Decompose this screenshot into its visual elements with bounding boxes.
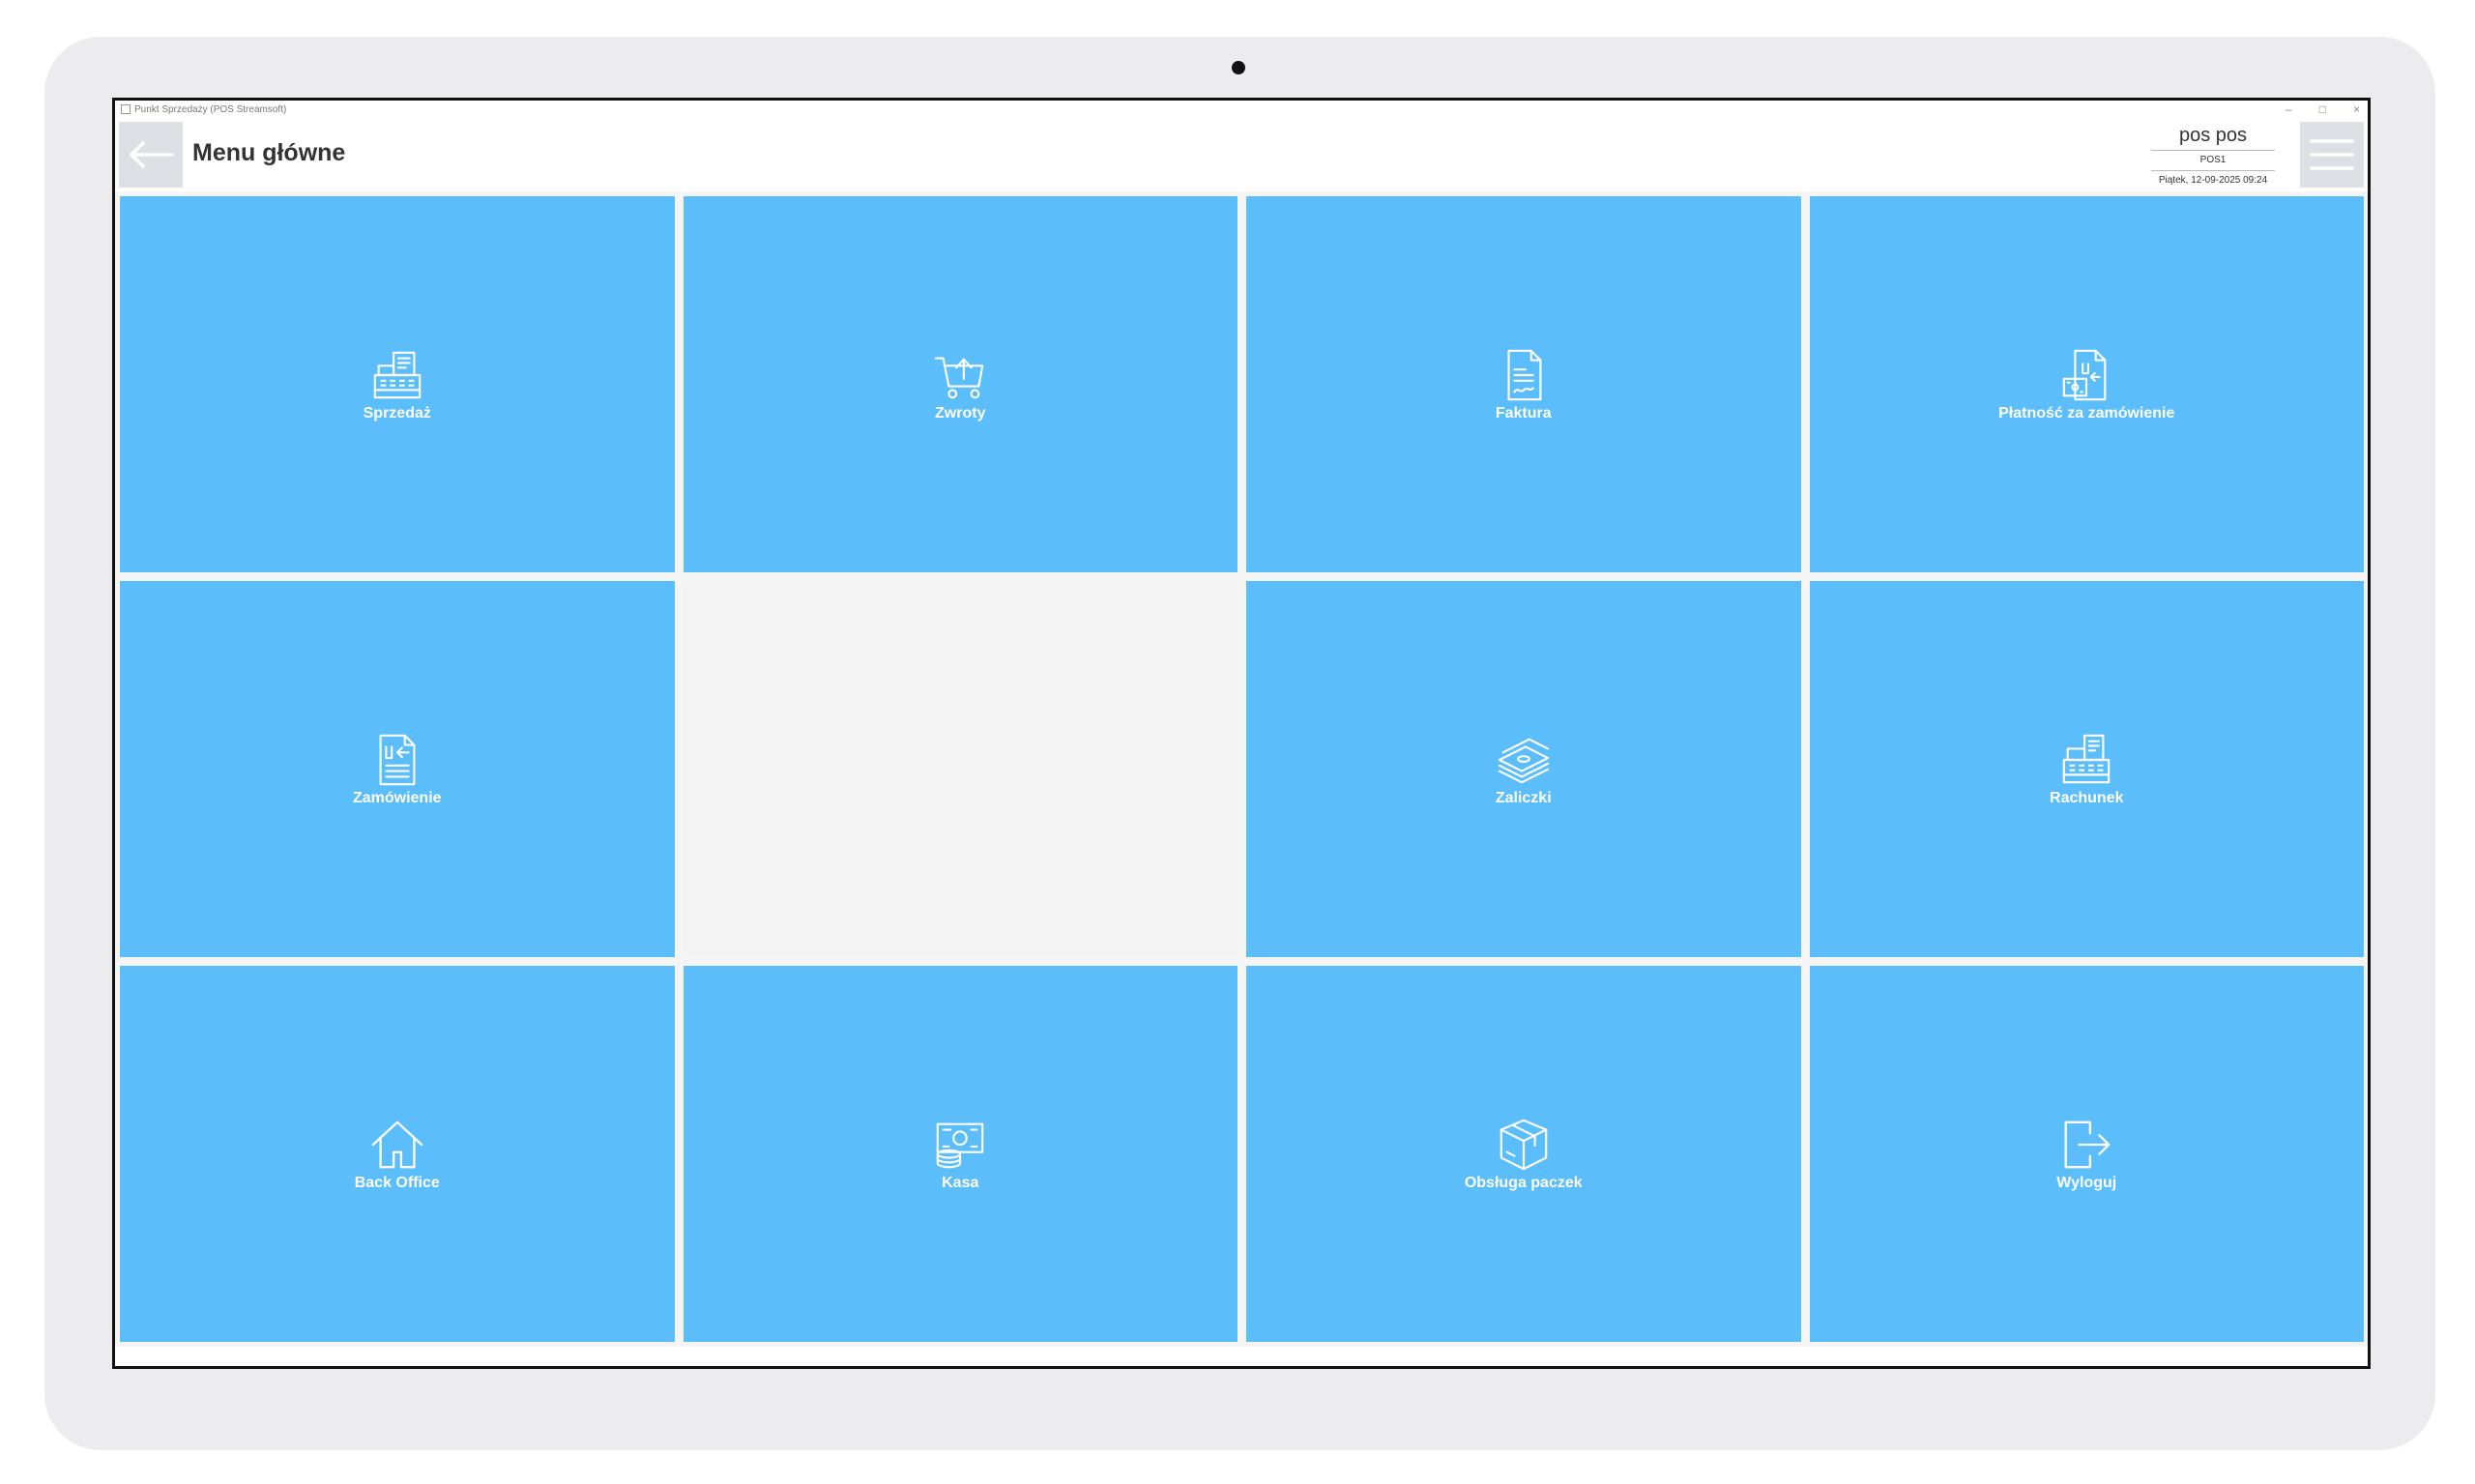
tile-label: Kasa — [942, 1174, 979, 1191]
maximize-button[interactable]: □ — [2319, 102, 2326, 116]
station-id: POS1 — [2199, 155, 2227, 165]
order-payment-icon — [2062, 349, 2107, 400]
tile-obsluga-paczek[interactable]: Obsługa paczek — [1246, 966, 1801, 1342]
app-window: Punkt Sprzedaży (POS Streamsoft) – □ × M… — [112, 98, 2371, 1369]
tile-label: Obsługa paczek — [1464, 1174, 1583, 1191]
user-name: pos pos — [2178, 125, 2248, 146]
main-menu-grid: Sprzedaż Zwroty Faktura Płatność za zamó… — [120, 196, 2364, 1342]
tile-label: Płatność za zamówienie — [1998, 404, 2175, 422]
tile-faktura[interactable]: Faktura — [1246, 196, 1801, 572]
tile-zaliczki[interactable]: Zaliczki — [1246, 581, 1801, 957]
home-icon — [371, 1120, 423, 1168]
tile-wyloguj[interactable]: Wyloguj — [1809, 966, 2364, 1342]
app-icon — [121, 104, 131, 114]
cash-drawer-icon — [936, 1122, 984, 1168]
tile-platnosc-za-zamowienie[interactable]: Płatność za zamówienie — [1809, 196, 2364, 572]
tile-zwroty[interactable]: Zwroty — [683, 196, 1238, 572]
close-button[interactable]: × — [2353, 102, 2360, 116]
tile-sprzedaz[interactable]: Sprzedaż — [120, 196, 675, 572]
tile-back-office[interactable]: Back Office — [120, 966, 675, 1342]
tile-label: Faktura — [1495, 404, 1552, 422]
tile-kasa[interactable]: Kasa — [683, 966, 1238, 1342]
tile-label: Sprzedaż — [363, 404, 431, 422]
page-title: Menu główne — [192, 139, 346, 166]
tile-zamowienie[interactable]: Zamówienie — [120, 581, 675, 957]
invoice-icon — [1507, 349, 1542, 400]
tile-label: Back Office — [354, 1174, 440, 1191]
money-stack-icon — [1498, 738, 1549, 783]
arrow-left-icon — [130, 141, 174, 168]
tile-label: Zamówienie — [352, 789, 442, 806]
package-icon — [1500, 1119, 1548, 1170]
logout-icon — [2064, 1120, 2111, 1168]
camera-dot — [1232, 61, 1245, 74]
tile-rachunek[interactable]: Rachunek — [1809, 581, 2364, 957]
cart-return-icon — [935, 357, 984, 398]
window-title: Punkt Sprzedaży (POS Streamsoft) — [134, 103, 287, 115]
footer-strip — [115, 1347, 2368, 1366]
back-button[interactable] — [119, 122, 183, 188]
order-document-icon — [379, 734, 416, 785]
window-titlebar: Punkt Sprzedaży (POS Streamsoft) – □ × — [115, 101, 2368, 118]
user-info: pos pos POS1 Piątek, 12-09-2025 09:24 — [2145, 124, 2281, 188]
tile-label: Rachunek — [2050, 789, 2124, 806]
date-time: Piątek, 12-09-2025 09:24 — [2158, 175, 2268, 186]
cash-register-icon — [373, 351, 422, 398]
tile-label: Wyloguj — [2056, 1174, 2117, 1191]
empty-tile — [683, 581, 1238, 957]
tile-label: Zaliczki — [1495, 789, 1552, 806]
tile-label: Zwroty — [935, 404, 986, 422]
header-bar: Menu główne pos pos POS1 Piątek, 12-09-2… — [115, 118, 2368, 191]
menu-button[interactable] — [2300, 122, 2364, 188]
minimize-button[interactable]: – — [2286, 102, 2292, 116]
receipt-register-icon — [2062, 734, 2111, 783]
hamburger-icon — [2310, 139, 2354, 170]
